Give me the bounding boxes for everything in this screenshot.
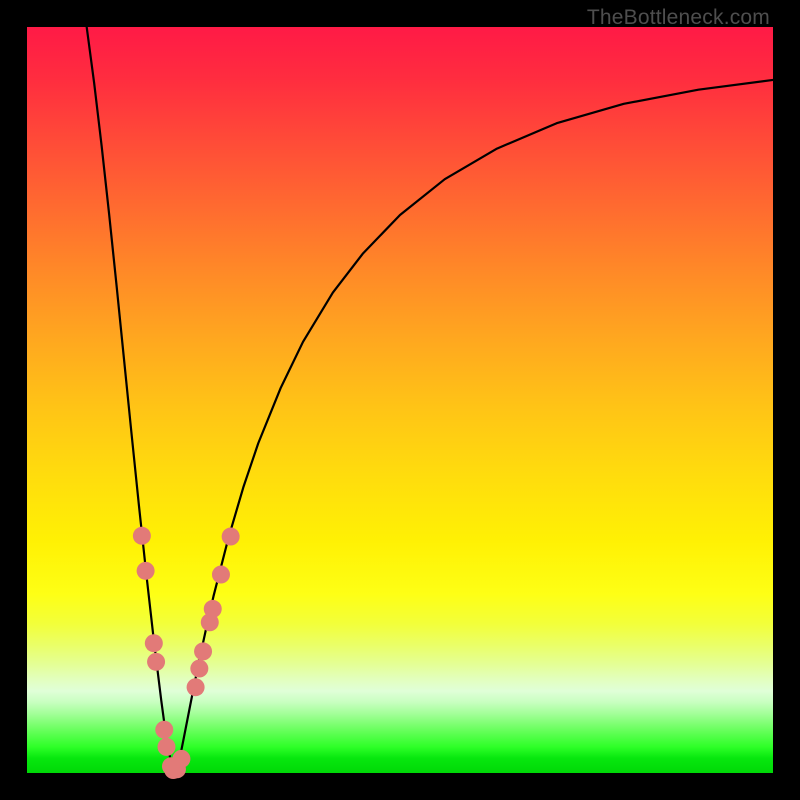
data-marker: [194, 642, 212, 660]
data-marker: [133, 527, 151, 545]
data-marker: [212, 566, 230, 584]
data-marker: [222, 528, 240, 546]
data-marker: [172, 750, 190, 768]
data-marker: [187, 678, 205, 696]
data-marker: [147, 653, 165, 671]
chart-overlay: [0, 0, 800, 800]
data-marker: [155, 721, 173, 739]
data-marker: [204, 600, 222, 618]
data-marker: [137, 562, 155, 580]
data-marker: [158, 738, 176, 756]
data-marker: [190, 660, 208, 678]
bottleneck-curve: [87, 27, 773, 769]
chart-frame: TheBottleneck.com: [0, 0, 800, 800]
data-marker: [145, 634, 163, 652]
